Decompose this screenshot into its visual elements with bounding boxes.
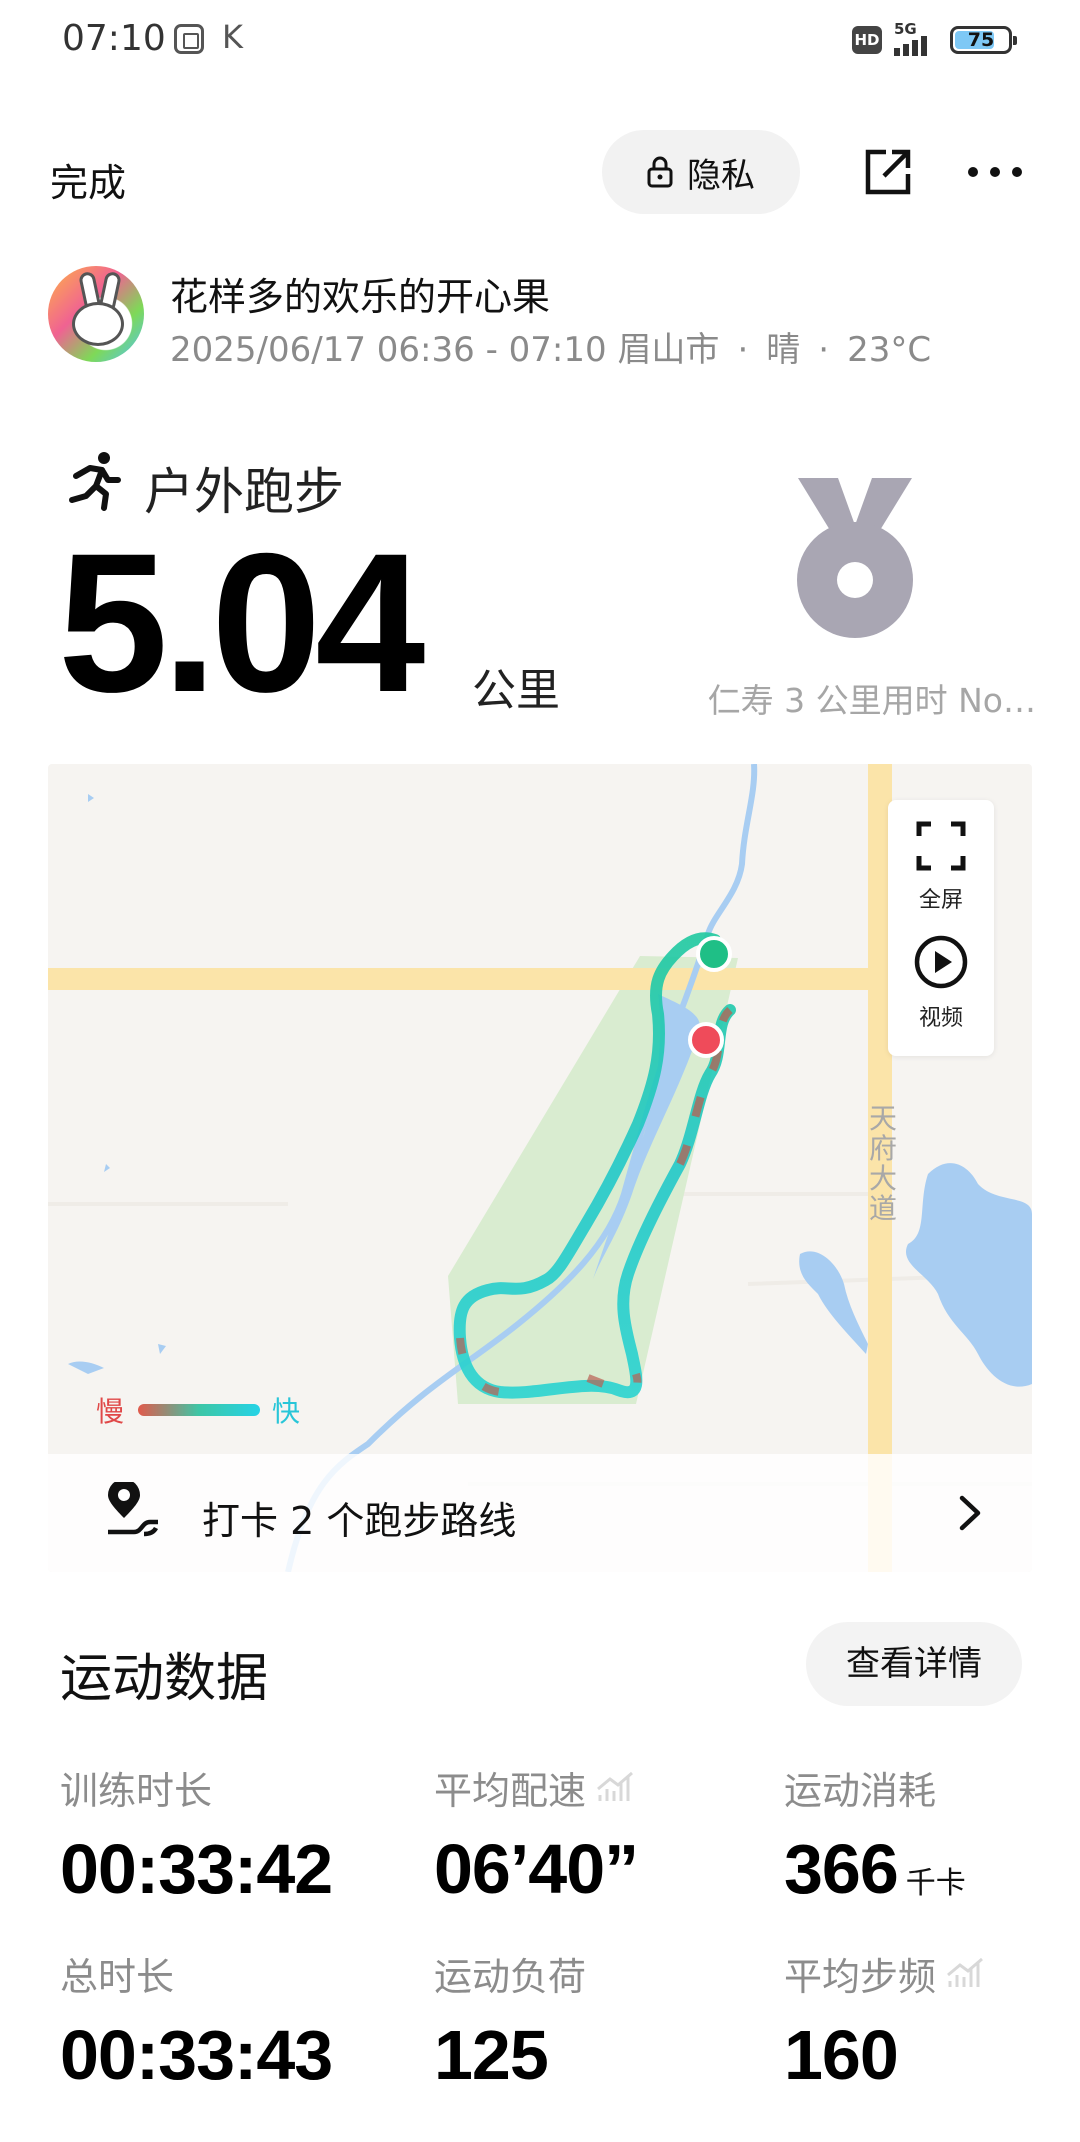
fullscreen-label: 全屏 — [918, 888, 963, 913]
signal-icon: 5G — [894, 20, 942, 56]
notification-k-icon: K — [222, 18, 243, 56]
video-button[interactable]: 视频 — [888, 934, 994, 1032]
road-label: 天府大道 — [868, 1102, 897, 1225]
trend-chart-icon — [597, 1771, 633, 1801]
trend-chart-icon — [947, 1957, 983, 1987]
chevron-right-icon — [958, 1494, 982, 1532]
status-bar: 07:10 K HD 5G 75 — [0, 0, 1080, 82]
route-pin-icon — [104, 1479, 160, 1540]
user-name: 花样多的欢乐的开心果 — [170, 275, 551, 319]
done-button[interactable]: 完成 — [50, 152, 126, 207]
privacy-label: 隐私 — [687, 155, 755, 196]
distance-value: 5.04 — [58, 512, 425, 733]
pace-legend-bar — [138, 1404, 260, 1416]
share-icon[interactable] — [862, 146, 914, 198]
more-options-icon[interactable] — [968, 160, 1028, 184]
route-checkin-row[interactable]: 打卡 2 个跑步路线 — [48, 1454, 1032, 1572]
stat-average-cadence[interactable]: 平均步频 160 — [784, 1946, 984, 2095]
notification-app-icon — [174, 24, 204, 54]
legend-fast-label: 快 — [272, 1395, 301, 1428]
avatar[interactable] — [48, 266, 144, 362]
lock-icon — [647, 156, 673, 188]
route-start-marker — [696, 936, 732, 972]
play-icon — [914, 935, 968, 989]
stat-training-duration: 训练时长 00:33:42 — [60, 1769, 333, 1908]
section-title: 运动数据 — [60, 1649, 269, 1709]
temperature: 23°C — [847, 330, 932, 370]
route-map[interactable]: 全屏 视频 天府大道 慢 快 打卡 2 个跑步路线 — [48, 764, 1032, 1572]
route-checkin-text: 打卡 2 个跑步路线 — [202, 1499, 517, 1543]
battery-icon: 75 — [950, 26, 1017, 54]
weather: 晴 — [766, 330, 801, 370]
activity-meta: 2025/06/17 06:36 - 07:10 眉山市 · 晴 · 23°C — [170, 330, 932, 370]
route-end-marker — [688, 1022, 724, 1058]
map-tools: 全屏 视频 — [888, 800, 994, 1056]
battery-level: 75 — [967, 29, 995, 51]
fullscreen-button[interactable]: 全屏 — [888, 820, 994, 914]
medal-icon[interactable] — [790, 478, 920, 648]
activity-time-range: 2025/06/17 06:36 - 07:10 — [170, 330, 607, 370]
running-icon — [66, 450, 122, 512]
activity-city: 眉山市 — [617, 330, 720, 370]
fullscreen-icon — [916, 821, 966, 871]
stat-calories: 运动消耗 366 千卡 — [784, 1769, 966, 1908]
legend-slow-label: 慢 — [96, 1395, 125, 1428]
privacy-button[interactable]: 隐私 — [602, 130, 800, 214]
stat-training-load: 运动负荷 125 — [434, 1955, 587, 2094]
video-label: 视频 — [918, 1006, 963, 1031]
status-time: 07:10 — [62, 18, 166, 59]
stat-average-pace[interactable]: 平均配速 06’40” — [434, 1760, 639, 1909]
distance-unit: 公里 — [472, 665, 560, 716]
medal-label[interactable]: 仁寿 3 公里用时 No… — [680, 674, 1036, 722]
hd-voice-icon: HD — [852, 26, 882, 54]
stat-total-duration: 总时长 00:33:43 — [60, 1955, 333, 2094]
view-details-button[interactable]: 查看详情 — [806, 1622, 1022, 1706]
